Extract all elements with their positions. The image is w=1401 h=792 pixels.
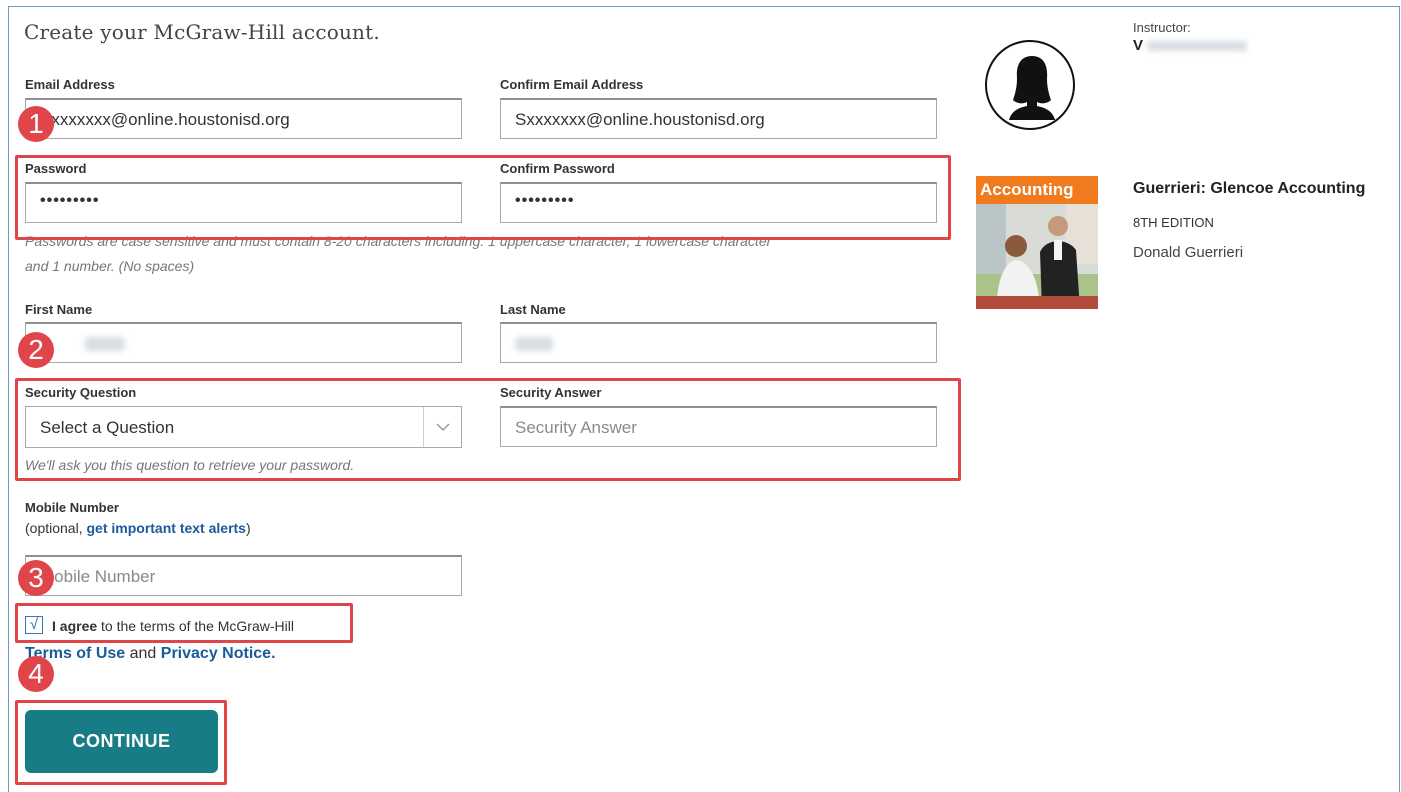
book-cover-title: Accounting <box>980 180 1074 199</box>
mobile-number-input[interactable]: Mobile Number <box>25 555 462 596</box>
step-marker-1: 1 <box>18 106 54 142</box>
annotation-box-security <box>15 378 961 481</box>
page-title: Create your McGraw-Hill account. <box>24 20 380 44</box>
redacted-text <box>85 337 125 351</box>
mobile-optional-prefix: (optional, <box>25 520 87 536</box>
annotation-box-agree <box>15 603 353 643</box>
instructor-initial: V <box>1133 37 1144 54</box>
book-edition: 8TH EDITION <box>1133 215 1214 230</box>
book-name: Guerrieri: Glencoe Accounting <box>1133 180 1366 197</box>
step-marker-4: 4 <box>18 656 54 692</box>
redacted-text <box>515 337 553 351</box>
instructor-avatar <box>985 40 1075 130</box>
terms-and: and <box>125 645 161 662</box>
last-name-field[interactable] <box>500 322 937 363</box>
annotation-box-continue <box>15 700 227 785</box>
step-marker-3: 3 <box>18 560 54 596</box>
confirm-email-label: Confirm Email Address <box>500 77 644 92</box>
email-label: Email Address <box>25 77 115 92</box>
mobile-label: Mobile Number <box>25 500 119 515</box>
instructor-label: Instructor: <box>1133 20 1191 35</box>
person-silhouette-icon <box>1009 56 1055 120</box>
mobile-optional-suffix: ) <box>245 520 251 536</box>
mobile-optional-text: (optional, get important text alerts) <box>25 520 251 536</box>
first-name-label: First Name <box>25 302 93 317</box>
password-hint-2: and 1 number. (No spaces) <box>25 258 195 274</box>
email-field[interactable]: Sxxxxxxx@online.houstonisd.org <box>25 98 462 139</box>
book-cover-photo <box>976 204 1098 309</box>
book-author: Donald Guerrieri <box>1133 244 1244 261</box>
last-name-label: Last Name <box>500 302 566 317</box>
step-marker-2: 2 <box>18 332 54 368</box>
book-cover: Accounting <box>976 176 1098 309</box>
text-alerts-link[interactable]: get important text alerts <box>86 520 245 536</box>
privacy-notice-link[interactable]: Privacy Notice. <box>161 645 276 662</box>
redacted-text <box>1147 41 1248 52</box>
confirm-email-field[interactable]: Sxxxxxxx@online.houstonisd.org <box>500 98 937 139</box>
terms-line: Terms of Use and Privacy Notice. <box>25 645 276 663</box>
instructor-name: V <box>1133 37 1248 54</box>
first-name-field[interactable] <box>25 322 462 363</box>
annotation-box-password <box>15 155 951 240</box>
